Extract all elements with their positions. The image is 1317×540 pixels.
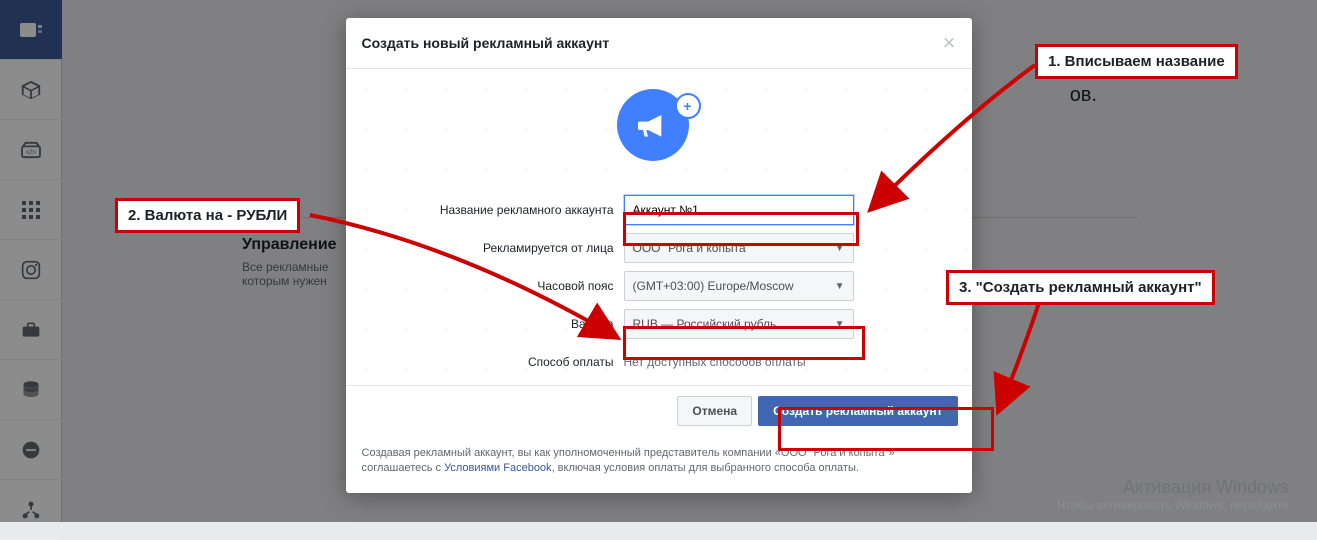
chevron-down-icon: ▼ <box>835 243 845 254</box>
megaphone-hero-icon: + <box>617 89 701 173</box>
timezone-value: (GMT+03:00) Europe/Moscow <box>633 279 794 293</box>
modal-header: Создать новый рекламный аккаунт × <box>346 18 972 69</box>
chevron-down-icon: ▼ <box>835 319 845 330</box>
label-currency: Валюта <box>364 317 624 331</box>
label-timezone: Часовой пояс <box>364 279 624 293</box>
callout-1: 1. Вписываем название <box>1035 44 1238 79</box>
currency-dropdown[interactable]: RUB — Российский рубль ▼ <box>624 309 854 339</box>
payment-value: Нет доступных способов оплаты <box>624 347 806 377</box>
watermark-line-2: Чтобы активировать Windows, перейдите <box>1057 498 1289 512</box>
close-icon[interactable]: × <box>943 32 956 54</box>
modal-body: + Название рекламного аккаунта Рекламиру… <box>346 69 972 377</box>
advertiser-value: ООО "Рога и копыта" <box>633 241 750 255</box>
legal-post: , включая условия оплаты для выбранного … <box>552 462 859 474</box>
advertiser-dropdown[interactable]: ООО "Рога и копыта" ▼ <box>624 233 854 263</box>
currency-value: RUB — Российский рубль <box>633 317 777 331</box>
cancel-button[interactable]: Отмена <box>677 396 752 426</box>
label-payment: Способ оплаты <box>364 355 624 369</box>
modal-legal: Создавая рекламный аккаунт, вы как уполн… <box>346 436 972 493</box>
megaphone-icon <box>633 105 673 145</box>
callout-2: 2. Валюта на - РУБЛИ <box>115 198 300 233</box>
plus-icon: + <box>675 93 701 119</box>
timezone-dropdown[interactable]: (GMT+03:00) Europe/Moscow ▼ <box>624 271 854 301</box>
windows-activation-watermark: Активация Windows Чтобы активировать Win… <box>1057 477 1289 512</box>
create-button[interactable]: Создать рекламный аккаунт <box>758 396 957 426</box>
create-ad-account-modal: Создать новый рекламный аккаунт × + Назв… <box>346 18 972 493</box>
watermark-line-1: Активация Windows <box>1057 477 1289 498</box>
callout-3: 3. "Создать рекламный аккаунт" <box>946 270 1215 305</box>
account-name-input[interactable] <box>624 195 854 225</box>
modal-title: Создать новый рекламный аккаунт <box>362 35 943 51</box>
chevron-down-icon: ▼ <box>835 281 845 292</box>
modal-footer: Отмена Создать рекламный аккаунт <box>346 385 972 436</box>
legal-link[interactable]: Условиями Facebook <box>444 462 551 474</box>
label-advertiser: Рекламируется от лица <box>364 241 624 255</box>
label-account-name: Название рекламного аккаунта <box>364 203 624 217</box>
